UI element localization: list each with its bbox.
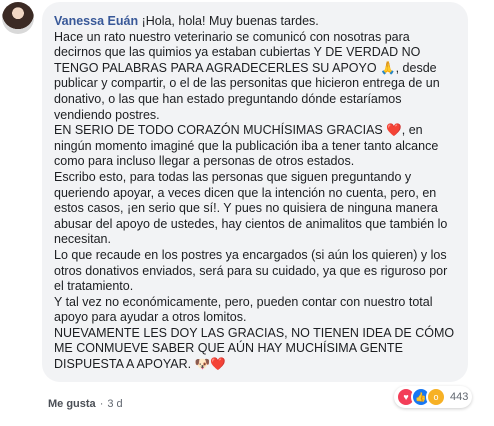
comment-author[interactable]: Vanessa Euán (54, 14, 138, 28)
comment-footer: Me gusta · 3 d (48, 398, 123, 410)
reactions-summary[interactable]: ♥ 👍 o 443 (394, 386, 473, 408)
comment-paragraph: NUEVAMENTE LES DOY LAS GRACIAS, NO TIENE… (54, 325, 455, 372)
comment-text: ¡Hola, hola! Muy buenas tardes. (141, 14, 319, 28)
avatar[interactable] (2, 2, 34, 34)
separator: · (99, 398, 104, 410)
comment-paragraph: EN SERIO DE TODO CORAZÓN MUCHÍSIMAS GRAC… (54, 123, 439, 169)
comment-paragraph: Escribo esto, para todas las personas qu… (54, 169, 448, 247)
comment-paragraph: Lo que recaude en los postres ya encarga… (54, 247, 448, 294)
timestamp[interactable]: 3 d (107, 398, 122, 410)
comment-paragraph: Y tal vez no económicamente, pero, puede… (54, 294, 433, 325)
wow-icon: o (426, 387, 446, 407)
comment-bubble: Vanessa Euán ¡Hola, hola! Muy buenas tar… (42, 2, 468, 382)
comment-paragraph: Hace un rato nuestro veterinario se comu… (54, 29, 440, 122)
like-link[interactable]: Me gusta (48, 398, 96, 410)
comment-paragraph: Vanessa Euán ¡Hola, hola! Muy buenas tar… (54, 14, 456, 30)
reaction-count: 443 (450, 391, 469, 403)
